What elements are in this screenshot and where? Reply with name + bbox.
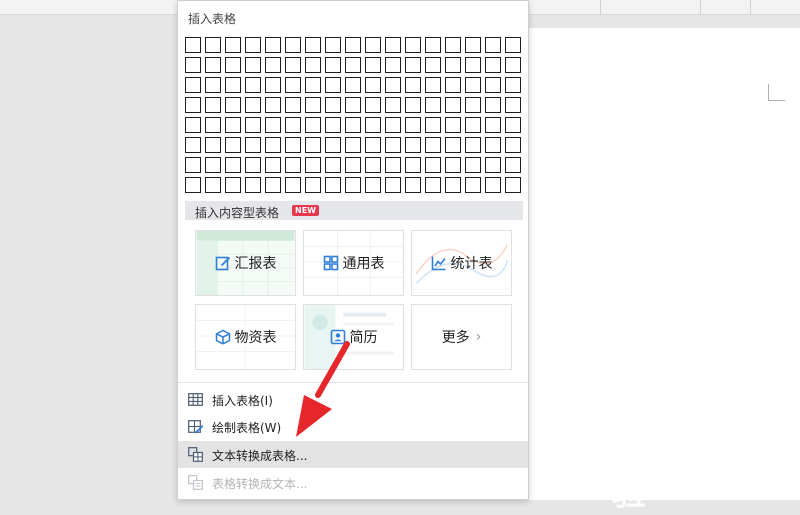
red-annotation-arrow xyxy=(296,341,350,437)
